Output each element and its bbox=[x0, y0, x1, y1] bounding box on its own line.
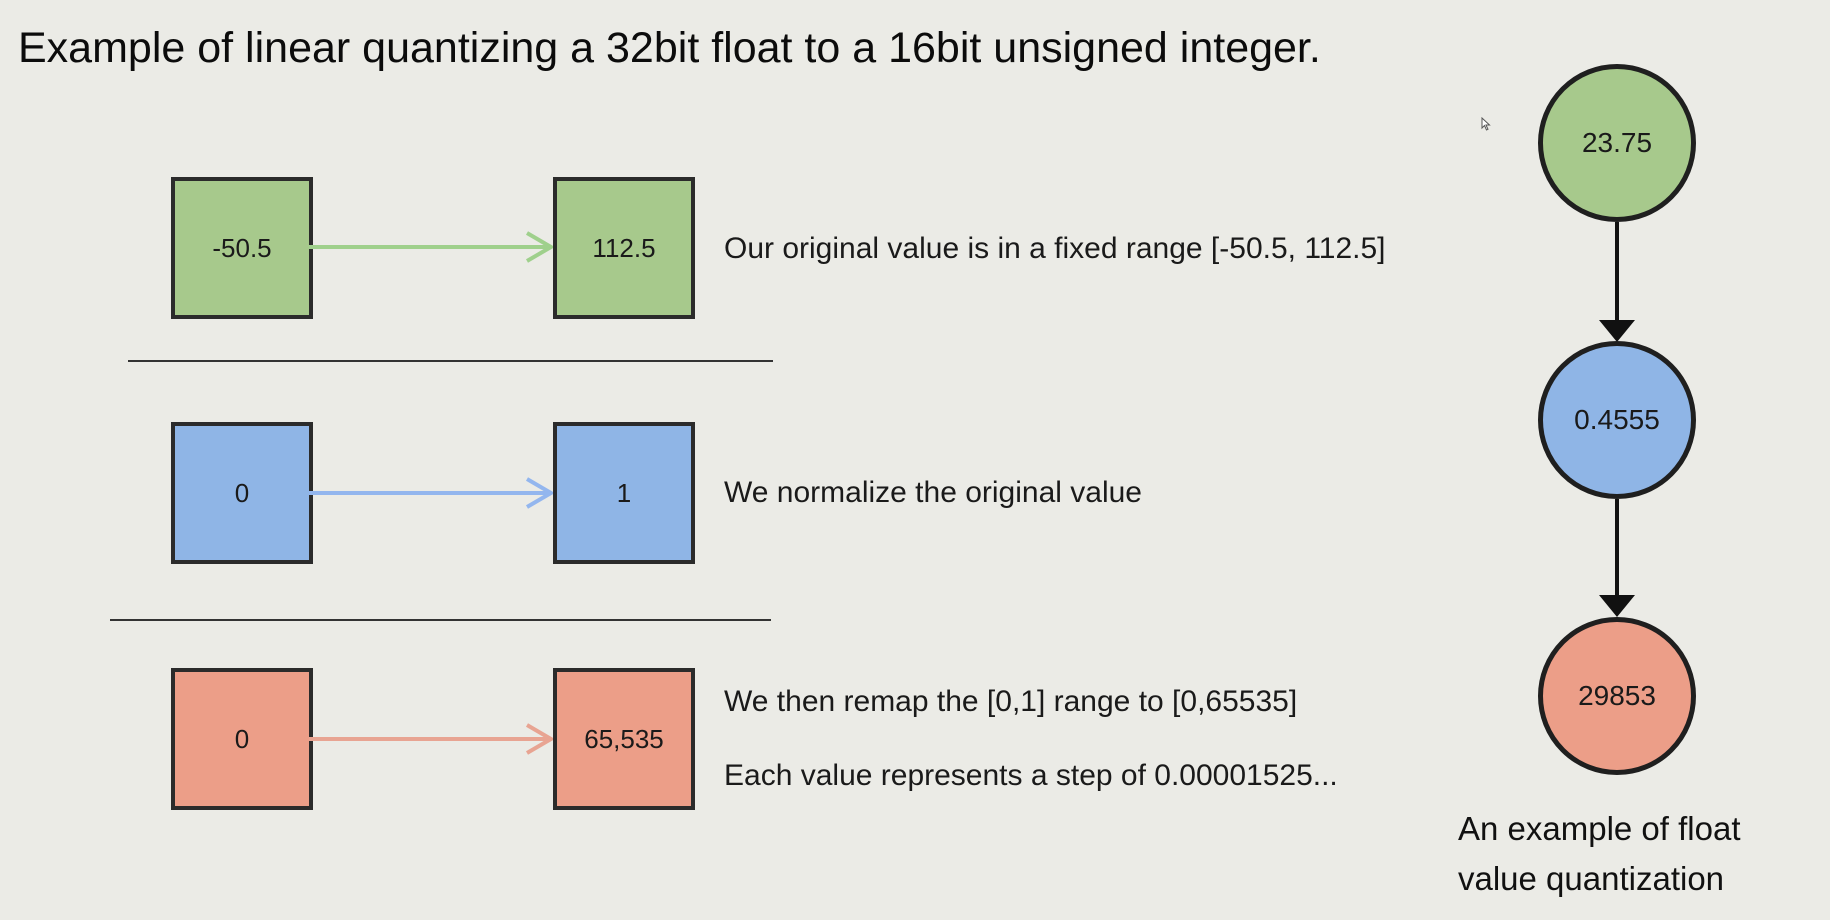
range-min-box: -50.5 bbox=[171, 177, 313, 319]
uint-max-box: 65,535 bbox=[553, 668, 695, 810]
range-description: Our original value is in a fixed range [… bbox=[724, 232, 1386, 265]
flow-arrowhead bbox=[1599, 595, 1635, 617]
divider bbox=[110, 619, 771, 621]
remap-arrow bbox=[309, 722, 555, 756]
range-arrow bbox=[309, 230, 555, 264]
uint-min-box: 0 bbox=[171, 668, 313, 810]
flow-line bbox=[1615, 222, 1619, 322]
example-normalized-node: 0.4555 bbox=[1538, 341, 1696, 499]
remap-description: We then remap the [0,1] range to [0,6553… bbox=[724, 685, 1298, 718]
normalized-min-box: 0 bbox=[171, 422, 313, 564]
step-description: Each value represents a step of 0.000015… bbox=[724, 759, 1338, 792]
page-title: Example of linear quantizing a 32bit flo… bbox=[18, 24, 1321, 72]
normalized-max-box: 1 bbox=[553, 422, 695, 564]
divider bbox=[128, 360, 773, 362]
example-caption: An example of float value quantization bbox=[1458, 810, 1741, 897]
mouse-cursor-icon bbox=[1481, 117, 1491, 131]
normalize-arrow bbox=[309, 476, 555, 510]
flow-arrowhead bbox=[1599, 320, 1635, 342]
flow-line bbox=[1615, 499, 1619, 597]
normalize-description: We normalize the original value bbox=[724, 476, 1142, 509]
example-float-node: 23.75 bbox=[1538, 64, 1696, 222]
example-uint-node: 29853 bbox=[1538, 617, 1696, 775]
range-max-box: 112.5 bbox=[553, 177, 695, 319]
